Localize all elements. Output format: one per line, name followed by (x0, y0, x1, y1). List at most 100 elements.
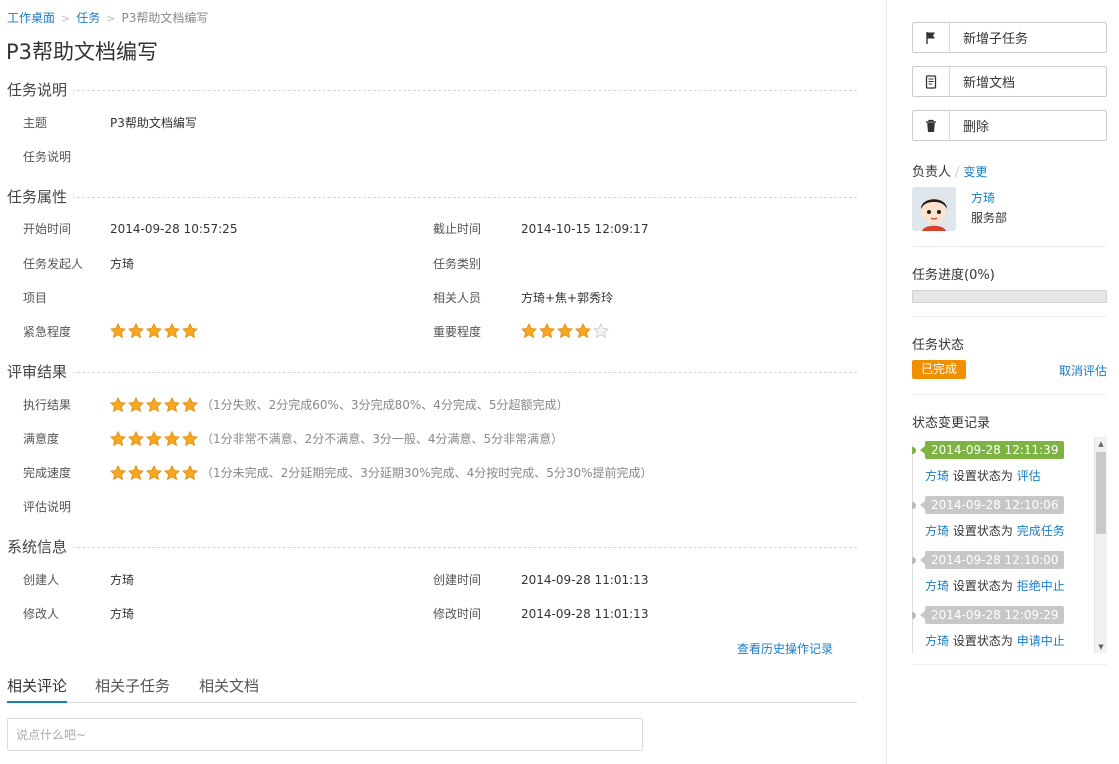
breadcrumb-tasks-link[interactable]: 任务 (76, 11, 100, 25)
section-description-heading: 任务说明 (7, 80, 857, 100)
urgency-rating[interactable] (110, 323, 198, 339)
log-user-link[interactable]: 方琦 (925, 524, 949, 538)
owner-label: 负责人 (912, 165, 952, 180)
star-filled-icon[interactable] (164, 323, 180, 339)
status-log-label: 状态变更记录 (912, 416, 991, 431)
creator-label: 创建人 (23, 573, 60, 587)
log-user-link[interactable]: 方琦 (925, 469, 949, 483)
modified-time-label: 修改时间 (433, 607, 482, 621)
section-divider (7, 547, 857, 548)
star-filled-icon[interactable] (110, 323, 126, 339)
log-status-link[interactable]: 完成任务 (1017, 524, 1065, 538)
star-filled-icon[interactable] (128, 323, 144, 339)
star-filled-icon[interactable] (146, 431, 162, 447)
log-time: 2014-09-28 12:10:06 (919, 496, 1065, 514)
modifier-value: 方琦 (110, 607, 135, 621)
exec-result-rating[interactable] (110, 397, 198, 413)
delete-label: 删除 (963, 120, 990, 135)
slash-separator: / (955, 165, 960, 180)
change-owner-link[interactable]: 变更 (963, 165, 987, 179)
exec-result-hint: （1分失败、2分完成60%、3分完成80%、4分完成、5分超额完成） (201, 398, 569, 412)
document-icon (913, 67, 950, 96)
comment-input[interactable] (7, 718, 643, 751)
section-system-heading: 系统信息 (7, 537, 857, 557)
log-status-link[interactable]: 申请中止 (1017, 634, 1065, 648)
star-filled-icon[interactable] (146, 465, 162, 481)
delete-button[interactable]: 删除 (912, 110, 1107, 141)
star-filled-icon[interactable] (182, 465, 198, 481)
section-review-heading: 评审结果 (7, 362, 857, 382)
related-tabs: 相关评论 相关子任务 相关文档 (7, 676, 857, 703)
modifier-label: 修改人 (23, 607, 60, 621)
star-filled-icon[interactable] (557, 323, 573, 339)
creator-value: 方琦 (110, 573, 135, 587)
star-filled-icon[interactable] (128, 431, 144, 447)
add-subtask-button[interactable]: 新增子任务 (912, 22, 1107, 53)
log-text: 方琦 设置状态为 完成任务 (925, 522, 1065, 539)
side-divider (912, 246, 1107, 247)
log-text: 方琦 设置状态为 拒绝中止 (925, 577, 1065, 594)
scroll-up-icon[interactable]: ▲ (1095, 437, 1107, 450)
star-filled-icon[interactable] (146, 397, 162, 413)
speed-hint: （1分未完成、2分延期完成、3分延期30%完成、4分按时完成、5分30%提前完成… (201, 466, 653, 480)
side-divider (912, 394, 1107, 395)
breadcrumb-workspace-link[interactable]: 工作桌面 (7, 11, 55, 25)
star-filled-icon[interactable] (164, 431, 180, 447)
star-filled-icon[interactable] (182, 323, 198, 339)
star-filled-icon[interactable] (110, 465, 126, 481)
satisfaction-rating[interactable] (110, 431, 198, 447)
owner-name-link[interactable]: 方琦 (971, 189, 995, 206)
breadcrumb: 工作桌面 > 任务 > P3帮助文档编写 (7, 9, 208, 26)
tab-documents[interactable]: 相关文档 (199, 676, 259, 703)
star-filled-icon[interactable] (182, 431, 198, 447)
section-title: 任务说明 (7, 80, 74, 100)
avatar[interactable] (912, 187, 956, 231)
add-subtask-label: 新增子任务 (963, 32, 1029, 47)
log-user-link[interactable]: 方琦 (925, 579, 949, 593)
importance-label: 重要程度 (433, 325, 482, 339)
speed-rating[interactable] (110, 465, 198, 481)
tab-subtasks[interactable]: 相关子任务 (95, 676, 170, 703)
star-filled-icon[interactable] (128, 465, 144, 481)
initiator-label: 任务发起人 (23, 257, 84, 271)
timeline-dot-icon (912, 557, 916, 564)
log-action-text: 设置状态为 (952, 579, 1013, 593)
cancel-evaluation-link[interactable]: 取消评估 (1059, 362, 1107, 379)
section-divider (7, 372, 857, 373)
star-filled-icon[interactable] (539, 323, 555, 339)
timeline-dot-icon (912, 612, 916, 619)
breadcrumb-current: P3帮助文档编写 (121, 11, 209, 25)
tab-comments[interactable]: 相关评论 (7, 676, 68, 703)
log-status-link[interactable]: 评估 (1017, 469, 1041, 483)
star-filled-icon[interactable] (164, 397, 180, 413)
star-filled-icon[interactable] (110, 431, 126, 447)
star-filled-icon[interactable] (521, 323, 537, 339)
related-people-label: 相关人员 (433, 291, 482, 305)
star-filled-icon[interactable] (110, 397, 126, 413)
importance-rating[interactable] (521, 323, 609, 339)
deadline-value: 2014-10-15 12:09:17 (521, 222, 649, 236)
star-empty-icon[interactable] (593, 323, 609, 339)
scroll-down-icon[interactable]: ▼ (1095, 640, 1107, 653)
start-time-value: 2014-09-28 10:57:25 (110, 222, 238, 236)
star-filled-icon[interactable] (128, 397, 144, 413)
scroll-thumb[interactable] (1096, 452, 1106, 534)
log-scrollbar[interactable]: ▲ ▼ (1094, 437, 1107, 653)
status-badge: 已完成 (912, 360, 966, 379)
star-filled-icon[interactable] (182, 397, 198, 413)
status-log-list[interactable]: 2014-09-28 12:11:39 方琦 设置状态为 评估 2014-09-… (912, 437, 1107, 653)
progress-bar (912, 290, 1107, 303)
log-text: 方琦 设置状态为 评估 (925, 467, 1041, 484)
log-entry: 2014-09-28 12:11:39 方琦 设置状态为 评估 (912, 439, 1092, 495)
add-document-button[interactable]: 新增文档 (912, 66, 1107, 97)
page-title: P3帮助文档编写 (6, 40, 159, 64)
section-divider (7, 90, 857, 91)
log-status-link[interactable]: 拒绝中止 (1017, 579, 1065, 593)
star-filled-icon[interactable] (164, 465, 180, 481)
side-divider (912, 664, 1107, 665)
owner-heading: 负责人 / 变更 (912, 161, 987, 180)
star-filled-icon[interactable] (146, 323, 162, 339)
view-history-link[interactable]: 查看历史操作记录 (737, 640, 833, 657)
log-user-link[interactable]: 方琦 (925, 634, 949, 648)
star-filled-icon[interactable] (575, 323, 591, 339)
